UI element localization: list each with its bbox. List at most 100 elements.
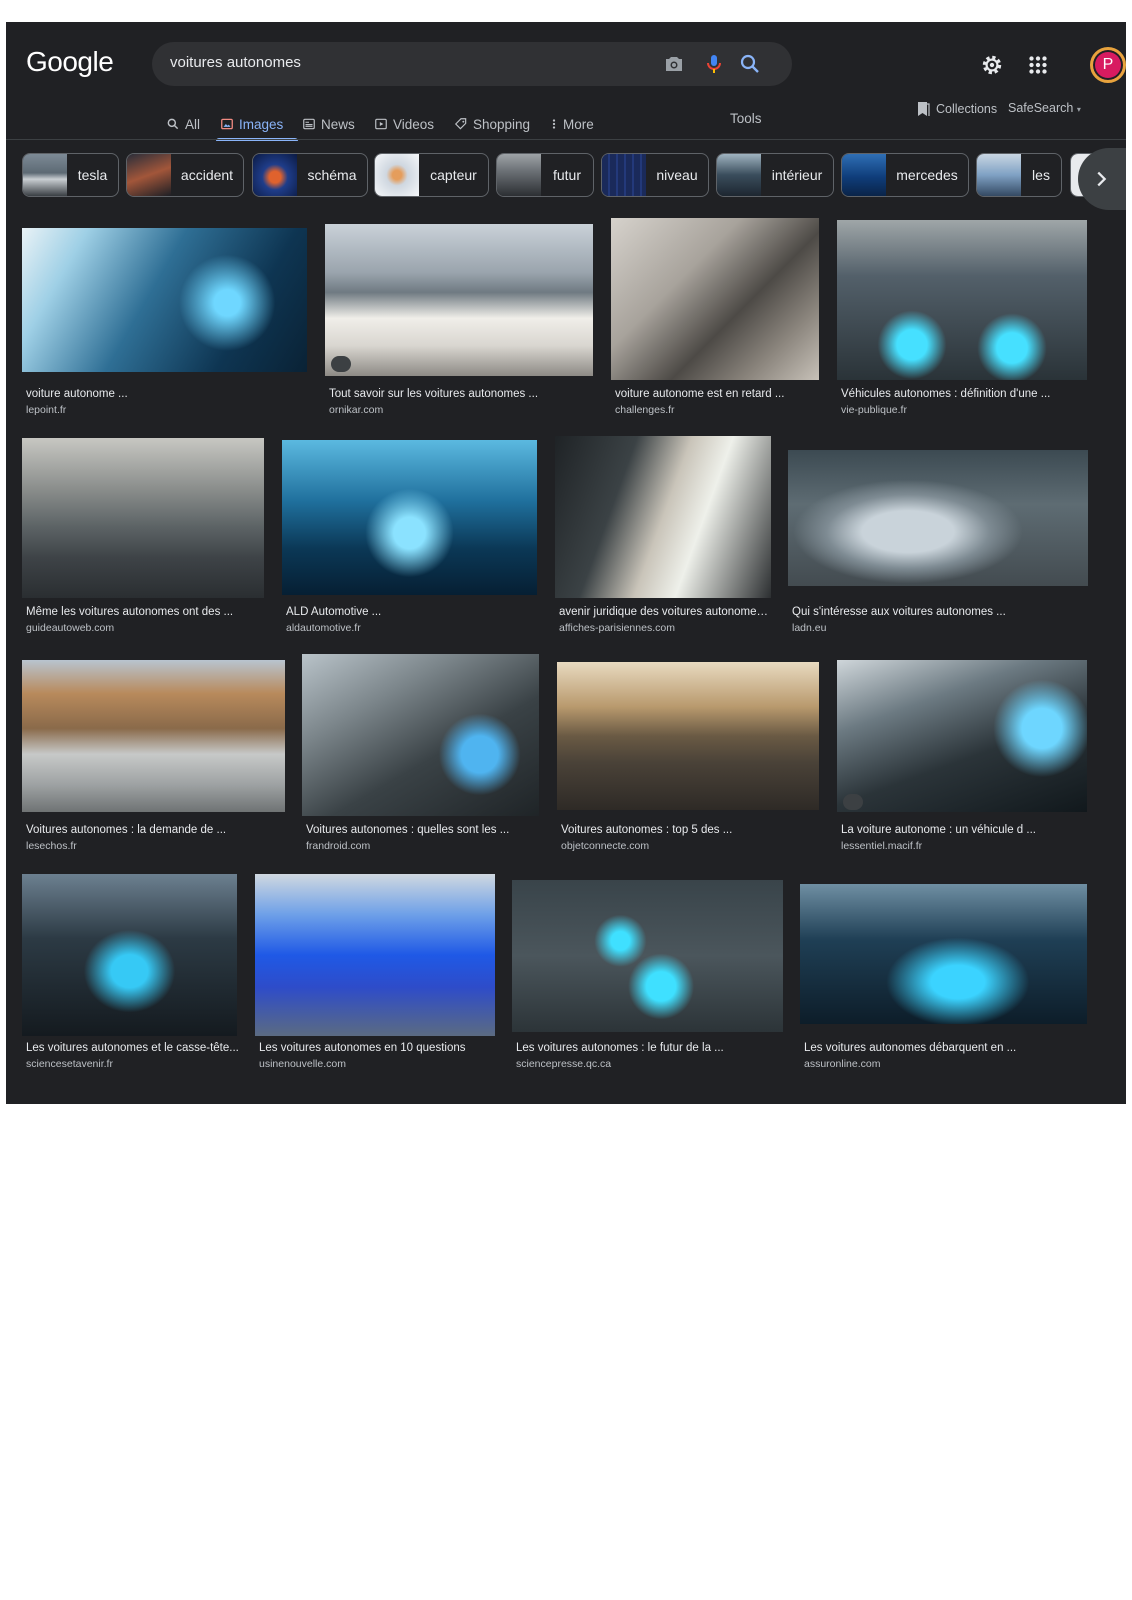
chip-niveau[interactable]: niveau — [601, 153, 709, 197]
result-thumbnail[interactable] — [788, 450, 1088, 586]
result-thumbnail[interactable] — [282, 440, 537, 595]
image-result[interactable]: Voitures autonomes : quelles sont les ..… — [302, 654, 542, 854]
result-title[interactable]: Voitures autonomes : la demande de ... — [26, 824, 288, 836]
result-thumbnail[interactable] — [555, 436, 771, 598]
result-source[interactable]: frandroid.com — [306, 840, 370, 852]
result-title[interactable]: Véhicules autonomes : définition d'une .… — [841, 388, 1091, 400]
result-source[interactable]: lesechos.fr — [26, 840, 77, 852]
result-source[interactable]: usinenouvelle.com — [259, 1058, 346, 1070]
chip-futur[interactable]: futur — [496, 153, 594, 197]
chip-label: futur — [552, 167, 581, 183]
collections-link[interactable]: Collections — [916, 101, 997, 117]
result-thumbnail[interactable] — [22, 660, 285, 812]
result-title[interactable]: ALD Automotive ... — [286, 606, 541, 618]
tools-button[interactable]: Tools — [730, 111, 762, 126]
chip-label: tesla — [77, 167, 108, 183]
result-thumbnail[interactable] — [837, 660, 1087, 812]
image-result[interactable]: avenir juridique des voitures autonomes.… — [555, 436, 777, 636]
result-thumbnail[interactable] — [22, 874, 237, 1036]
chip-label: accident — [180, 167, 234, 183]
search-icon — [167, 118, 179, 130]
chip-interieur[interactable]: intérieur — [716, 153, 834, 197]
search-icon[interactable] — [738, 52, 762, 76]
result-title[interactable]: Tout savoir sur les voitures autonomes .… — [329, 388, 599, 400]
result-title[interactable]: Qui s'intéresse aux voitures autonomes .… — [792, 606, 1092, 618]
result-thumbnail[interactable] — [255, 874, 495, 1036]
search-box[interactable]: voitures autonomes — [152, 42, 792, 86]
result-thumbnail[interactable] — [22, 438, 264, 598]
tab-more[interactable]: More — [550, 108, 594, 140]
result-source[interactable]: ladn.eu — [792, 622, 826, 634]
chips-next-button[interactable] — [1078, 148, 1126, 210]
result-source[interactable]: guideautoweb.com — [26, 622, 114, 634]
result-source[interactable]: vie-publique.fr — [841, 404, 907, 416]
result-title[interactable]: voiture autonome ... — [26, 388, 306, 400]
result-title[interactable]: avenir juridique des voitures autonomes.… — [559, 606, 771, 618]
tab-shopping-label: Shopping — [473, 116, 531, 132]
microphone-icon[interactable] — [702, 52, 726, 76]
image-result[interactable]: Véhicules autonomes : définition d'une .… — [837, 218, 1097, 418]
result-thumbnail[interactable] — [22, 228, 307, 372]
result-thumbnail[interactable] — [512, 880, 783, 1032]
image-result[interactable]: voiture autonome est en retard ... chall… — [611, 218, 826, 418]
result-title[interactable]: Les voitures autonomes débarquent en ... — [804, 1042, 1092, 1054]
result-source[interactable]: aldautomotive.fr — [286, 622, 361, 634]
tab-images[interactable]: Images — [220, 108, 283, 140]
tab-all[interactable]: All — [166, 108, 200, 140]
image-result[interactable]: Les voitures autonomes et le casse-tête.… — [22, 872, 242, 1072]
result-title[interactable]: voiture autonome est en retard ... — [615, 388, 825, 400]
result-thumbnail[interactable] — [302, 654, 539, 816]
result-thumbnail[interactable] — [325, 224, 593, 376]
chip-thumbnail — [717, 154, 761, 196]
chip-tesla[interactable]: tesla — [22, 153, 119, 197]
result-thumbnail[interactable] — [611, 218, 819, 380]
image-result[interactable]: La voiture autonome : un véhicule d ... … — [837, 654, 1097, 854]
result-source[interactable]: sciencesetavenir.fr — [26, 1058, 113, 1070]
tab-shopping[interactable]: Shopping — [454, 108, 530, 140]
result-source[interactable]: lepoint.fr — [26, 404, 66, 416]
tab-news[interactable]: News — [302, 108, 355, 140]
result-source[interactable]: ornikar.com — [329, 404, 383, 416]
chip-thumbnail — [375, 154, 419, 196]
image-result[interactable]: Voitures autonomes : la demande de ... l… — [22, 654, 290, 854]
image-result[interactable]: Qui s'intéresse aux voitures autonomes .… — [788, 436, 1093, 636]
safesearch-menu[interactable]: SafeSearch ▾ — [1008, 101, 1081, 115]
result-source[interactable]: lessentiel.macif.fr — [841, 840, 922, 852]
gear-icon[interactable] — [979, 52, 1005, 78]
result-title[interactable]: Voitures autonomes : quelles sont les ..… — [306, 824, 540, 836]
apps-grid-icon[interactable] — [1025, 52, 1051, 78]
result-thumbnail[interactable] — [800, 884, 1087, 1024]
search-input[interactable]: voitures autonomes — [170, 54, 301, 71]
image-result[interactable]: Les voitures autonomes : le futur de la … — [512, 872, 787, 1072]
result-source[interactable]: sciencepresse.qc.ca — [516, 1058, 611, 1070]
result-source[interactable]: challenges.fr — [615, 404, 675, 416]
image-result[interactable]: Les voitures autonomes débarquent en ...… — [800, 872, 1093, 1072]
chip-capteur[interactable]: capteur — [374, 153, 489, 197]
result-source[interactable]: objetconnecte.com — [561, 840, 649, 852]
result-source[interactable]: affiches-parisiennes.com — [559, 622, 675, 634]
result-title[interactable]: Même les voitures autonomes ont des ... — [26, 606, 266, 618]
chip-schema[interactable]: schéma — [252, 153, 368, 197]
result-title[interactable]: Les voitures autonomes en 10 questions — [259, 1042, 499, 1054]
image-result[interactable]: Tout savoir sur les voitures autonomes .… — [325, 218, 600, 418]
google-images-page: Google voitures autonomes P All Images N… — [6, 22, 1126, 1104]
chip-accident[interactable]: accident — [126, 153, 244, 197]
result-title[interactable]: Voitures autonomes : top 5 des ... — [561, 824, 821, 836]
result-thumbnail[interactable] — [557, 662, 819, 810]
tab-videos[interactable]: Videos — [374, 108, 434, 140]
camera-icon[interactable] — [662, 52, 686, 76]
image-result[interactable]: Voitures autonomes : top 5 des ... objet… — [557, 654, 822, 854]
avatar[interactable]: P — [1090, 47, 1126, 83]
chip-les[interactable]: les — [976, 153, 1062, 197]
result-thumbnail[interactable] — [837, 220, 1087, 380]
result-title[interactable]: Les voitures autonomes : le futur de la … — [516, 1042, 786, 1054]
result-title[interactable]: Les voitures autonomes et le casse-tête.… — [26, 1042, 240, 1054]
image-result[interactable]: voiture autonome ... lepoint.fr — [22, 218, 312, 418]
result-source[interactable]: assuronline.com — [804, 1058, 880, 1070]
chip-mercedes[interactable]: mercedes — [841, 153, 969, 197]
image-result[interactable]: ALD Automotive ... aldautomotive.fr — [282, 436, 544, 636]
image-result[interactable]: Même les voitures autonomes ont des ... … — [22, 436, 272, 636]
google-logo[interactable]: Google — [26, 46, 114, 78]
image-result[interactable]: Les voitures autonomes en 10 questions u… — [255, 872, 500, 1072]
result-title[interactable]: La voiture autonome : un véhicule d ... — [841, 824, 1091, 836]
